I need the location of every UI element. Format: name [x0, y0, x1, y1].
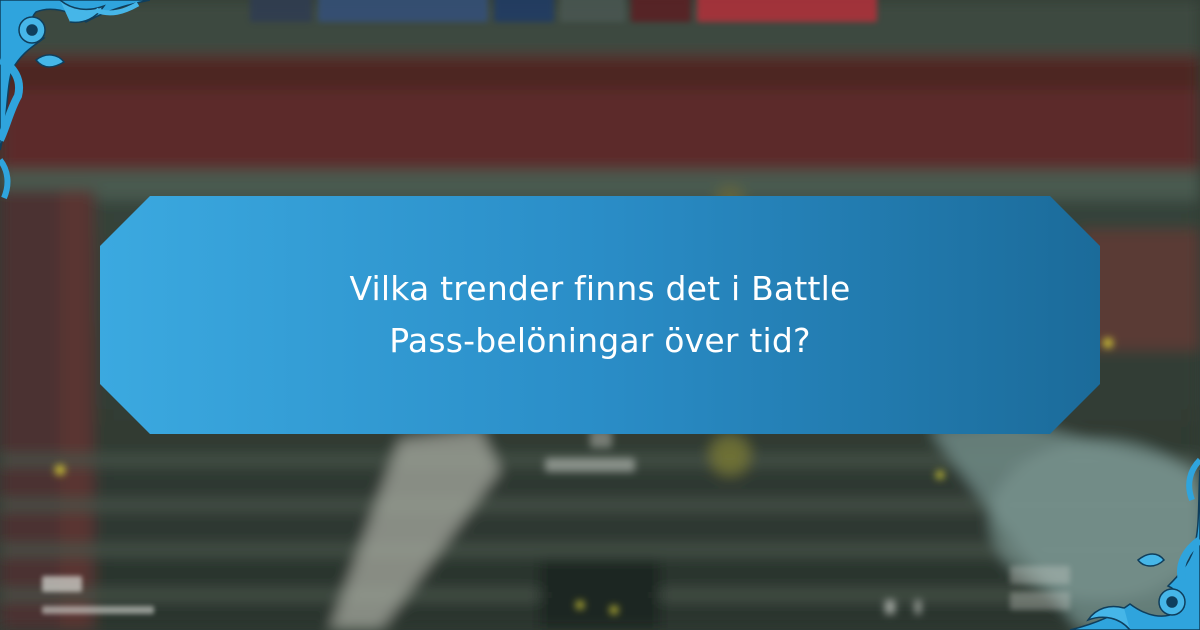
floral-corner-icon: [1069, 457, 1200, 630]
title-banner: Vilka trender finns det i Battle Pass-be…: [100, 196, 1100, 434]
blurred-scoreboard: [250, 0, 890, 24]
thumbnail-scene: Vilka trender finns det i Battle Pass-be…: [0, 0, 1200, 630]
banner-title: Vilka trender finns det i Battle Pass-be…: [349, 269, 851, 360]
floral-corner-icon: [0, 0, 150, 200]
blurred-ammo-hud: [42, 576, 157, 620]
